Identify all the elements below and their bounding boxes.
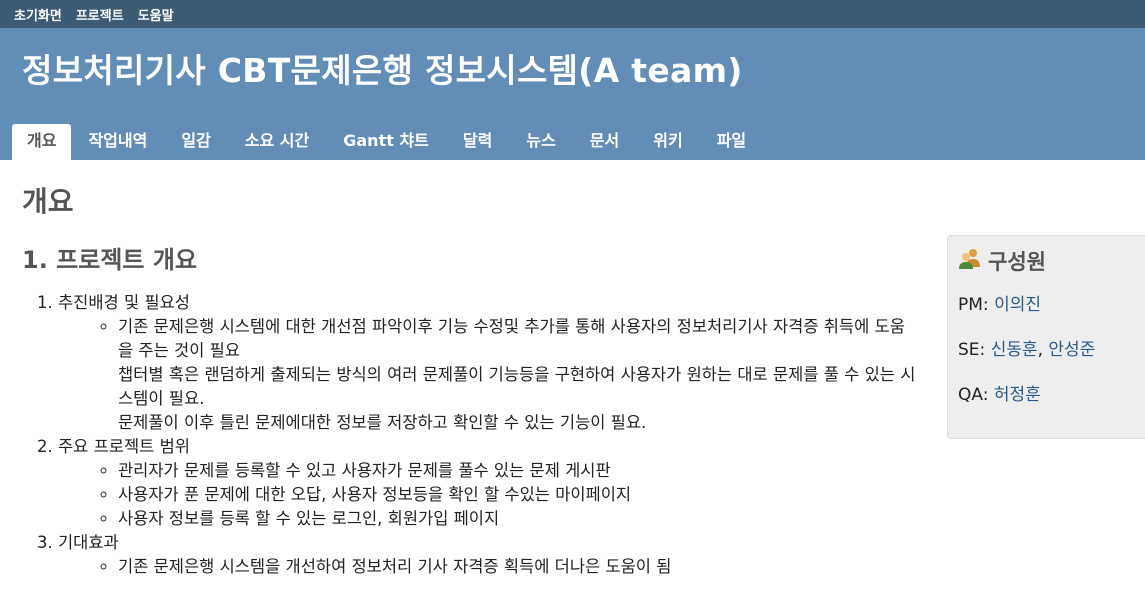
tab-overview[interactable]: 개요 xyxy=(12,124,72,160)
tab-news[interactable]: 뉴스 xyxy=(509,124,572,160)
member-link[interactable]: 안성준 xyxy=(1048,340,1095,360)
top-menu-home[interactable]: 초기화면 xyxy=(14,5,62,24)
paragraph: 관리자가 문제를 등록할 수 있고 사용자가 문제를 풀수 있는 문제 게시판 xyxy=(118,461,611,480)
page-title: 개요 xyxy=(22,185,74,218)
sub-list-item: 기존 문제은행 시스템에 대한 개선점 파악이후 기능 수정및 추가를 통해 사… xyxy=(118,315,916,435)
tab-gantt[interactable]: Gantt 챠트 xyxy=(326,124,446,160)
list-item: 주요 프로젝트 범위 관리자가 문제를 등록할 수 있고 사용자가 문제를 풀수… xyxy=(58,435,916,531)
paragraph: 기존 문제은행 시스템에 대한 개선점 파악이후 기능 수정및 추가를 통해 사… xyxy=(118,317,905,360)
sub-list-item: 관리자가 문제를 등록할 수 있고 사용자가 문제를 풀수 있는 문제 게시판 xyxy=(118,459,916,483)
members-heading: 구성원 xyxy=(958,246,1145,276)
sub-list: 기존 문제은행 시스템에 대한 개선점 파악이후 기능 수정및 추가를 통해 사… xyxy=(58,315,916,435)
role-pm: PM: 이의진 xyxy=(958,295,1041,315)
member-link[interactable]: 허정훈 xyxy=(994,385,1041,405)
paragraph: 사용자가 푼 문제에 대한 오답, 사용자 정보등을 확인 할 수있는 마이페이… xyxy=(118,485,632,504)
list-item-title: 추진배경 및 필요성 xyxy=(58,293,190,312)
role-label: QA xyxy=(958,385,983,405)
sub-list-item: 사용자가 푼 문제에 대한 오답, 사용자 정보등을 확인 할 수있는 마이페이… xyxy=(118,483,916,507)
member-link[interactable]: 이의진 xyxy=(994,295,1041,315)
top-menu-help[interactable]: 도움말 xyxy=(138,5,174,24)
tab-issues[interactable]: 일감 xyxy=(164,124,227,160)
members-box: 구성원 PM: 이의진 SE: 신동훈, 안성준 QA: 허정훈 xyxy=(947,235,1145,439)
sub-list-item: 기존 문제은행 시스템을 개선하여 정보처리 기사 자격증 획득에 더나은 도움… xyxy=(118,555,916,579)
tab-files[interactable]: 파일 xyxy=(700,124,763,160)
sub-list-item: 사용자 정보를 등록 할 수 있는 로그인, 회원가입 페이지 xyxy=(118,507,916,531)
tab-wiki[interactable]: 위키 xyxy=(636,124,699,160)
role-qa: QA: 허정훈 xyxy=(958,385,1041,405)
paragraph: 문제풀이 이후 틀린 문제에대한 정보를 저장하고 확인할 수 있는 기능이 필… xyxy=(118,413,647,432)
top-menu-projects[interactable]: 프로젝트 xyxy=(76,5,124,24)
members-icon xyxy=(958,248,982,275)
member-link[interactable]: 신동훈 xyxy=(991,340,1038,360)
role-label: SE xyxy=(958,340,980,360)
top-menu: 초기화면 프로젝트 도움말 xyxy=(0,0,1145,28)
tab-time-entries[interactable]: 소요 시간 xyxy=(228,124,326,160)
header: 정보처리기사 CBT문제은행 정보시스템(A team) 개요 작업내역 일감 … xyxy=(0,28,1145,160)
tab-documents[interactable]: 문서 xyxy=(573,124,636,160)
list-item: 기대효과 기존 문제은행 시스템을 개선하여 정보처리 기사 자격증 획득에 더… xyxy=(58,531,916,579)
sub-list: 관리자가 문제를 등록할 수 있고 사용자가 문제를 풀수 있는 문제 게시판 … xyxy=(58,459,916,531)
role-se: SE: 신동훈, 안성준 xyxy=(958,340,1096,360)
list-item: 추진배경 및 필요성 기존 문제은행 시스템에 대한 개선점 파악이후 기능 수… xyxy=(58,291,916,435)
list-item-title: 주요 프로젝트 범위 xyxy=(58,437,190,456)
role-label: PM xyxy=(958,295,983,315)
paragraph: 챕터별 혹은 랜덤하게 출제되는 방식의 여러 문제풀이 기능등을 구현하여 사… xyxy=(118,365,916,408)
sub-list: 기존 문제은행 시스템을 개선하여 정보처리 기사 자격증 획득에 더나은 도움… xyxy=(58,555,916,579)
tab-calendar[interactable]: 달력 xyxy=(446,124,509,160)
members-title: 구성원 xyxy=(988,250,1046,274)
project-title: 정보처리기사 CBT문제은행 정보시스템(A team) xyxy=(22,51,743,90)
paragraph: 사용자 정보를 등록 할 수 있는 로그인, 회원가입 페이지 xyxy=(118,509,500,528)
list-item-title: 기대효과 xyxy=(58,533,119,552)
section-title: 1. 프로젝트 개요 xyxy=(22,246,198,274)
tab-activity[interactable]: 작업내역 xyxy=(71,124,164,160)
overview-list: 추진배경 및 필요성 기존 문제은행 시스템에 대한 개선점 파악이후 기능 수… xyxy=(36,291,916,579)
main-menu: 개요 작업내역 일감 소요 시간 Gantt 챠트 달력 뉴스 문서 위키 파일 xyxy=(12,124,763,160)
paragraph: 기존 문제은행 시스템을 개선하여 정보처리 기사 자격증 획득에 더나은 도움… xyxy=(118,557,672,576)
